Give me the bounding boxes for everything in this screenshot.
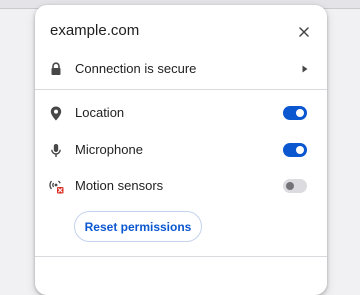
chevron-right-icon (299, 63, 311, 75)
permission-label-location: Location (75, 105, 125, 120)
section-divider (35, 89, 327, 90)
lock-icon (48, 61, 64, 77)
toggle-knob (286, 182, 294, 190)
connection-status-label: Connection is secure (75, 61, 197, 76)
permission-label-microphone: Microphone (75, 142, 143, 157)
motion-sensors-toggle[interactable] (283, 179, 307, 193)
site-title: example.com (50, 22, 140, 39)
close-button[interactable] (294, 22, 314, 42)
microphone-toggle[interactable] (283, 143, 307, 157)
toggle-knob (296, 109, 304, 117)
microphone-icon (48, 142, 64, 158)
location-toggle[interactable] (283, 106, 307, 120)
location-pin-icon (48, 105, 64, 121)
connection-security-row[interactable]: Connection is secure (35, 54, 327, 84)
permission-label-motion-sensors: Motion sensors (75, 178, 164, 193)
motion-sensors-blocked-icon (48, 178, 64, 194)
toggle-knob (296, 146, 304, 154)
section-divider-bottom (35, 256, 327, 257)
permission-row-location: Location (35, 98, 327, 128)
permission-row-motion-sensors: Motion sensors (35, 171, 327, 201)
reset-permissions-button[interactable]: Reset permissions (74, 211, 202, 242)
close-icon (299, 27, 309, 37)
permission-row-microphone: Microphone (35, 135, 327, 165)
site-info-popup: example.com Connection is secure Locatio… (35, 5, 327, 295)
popup-header: example.com (35, 5, 327, 59)
